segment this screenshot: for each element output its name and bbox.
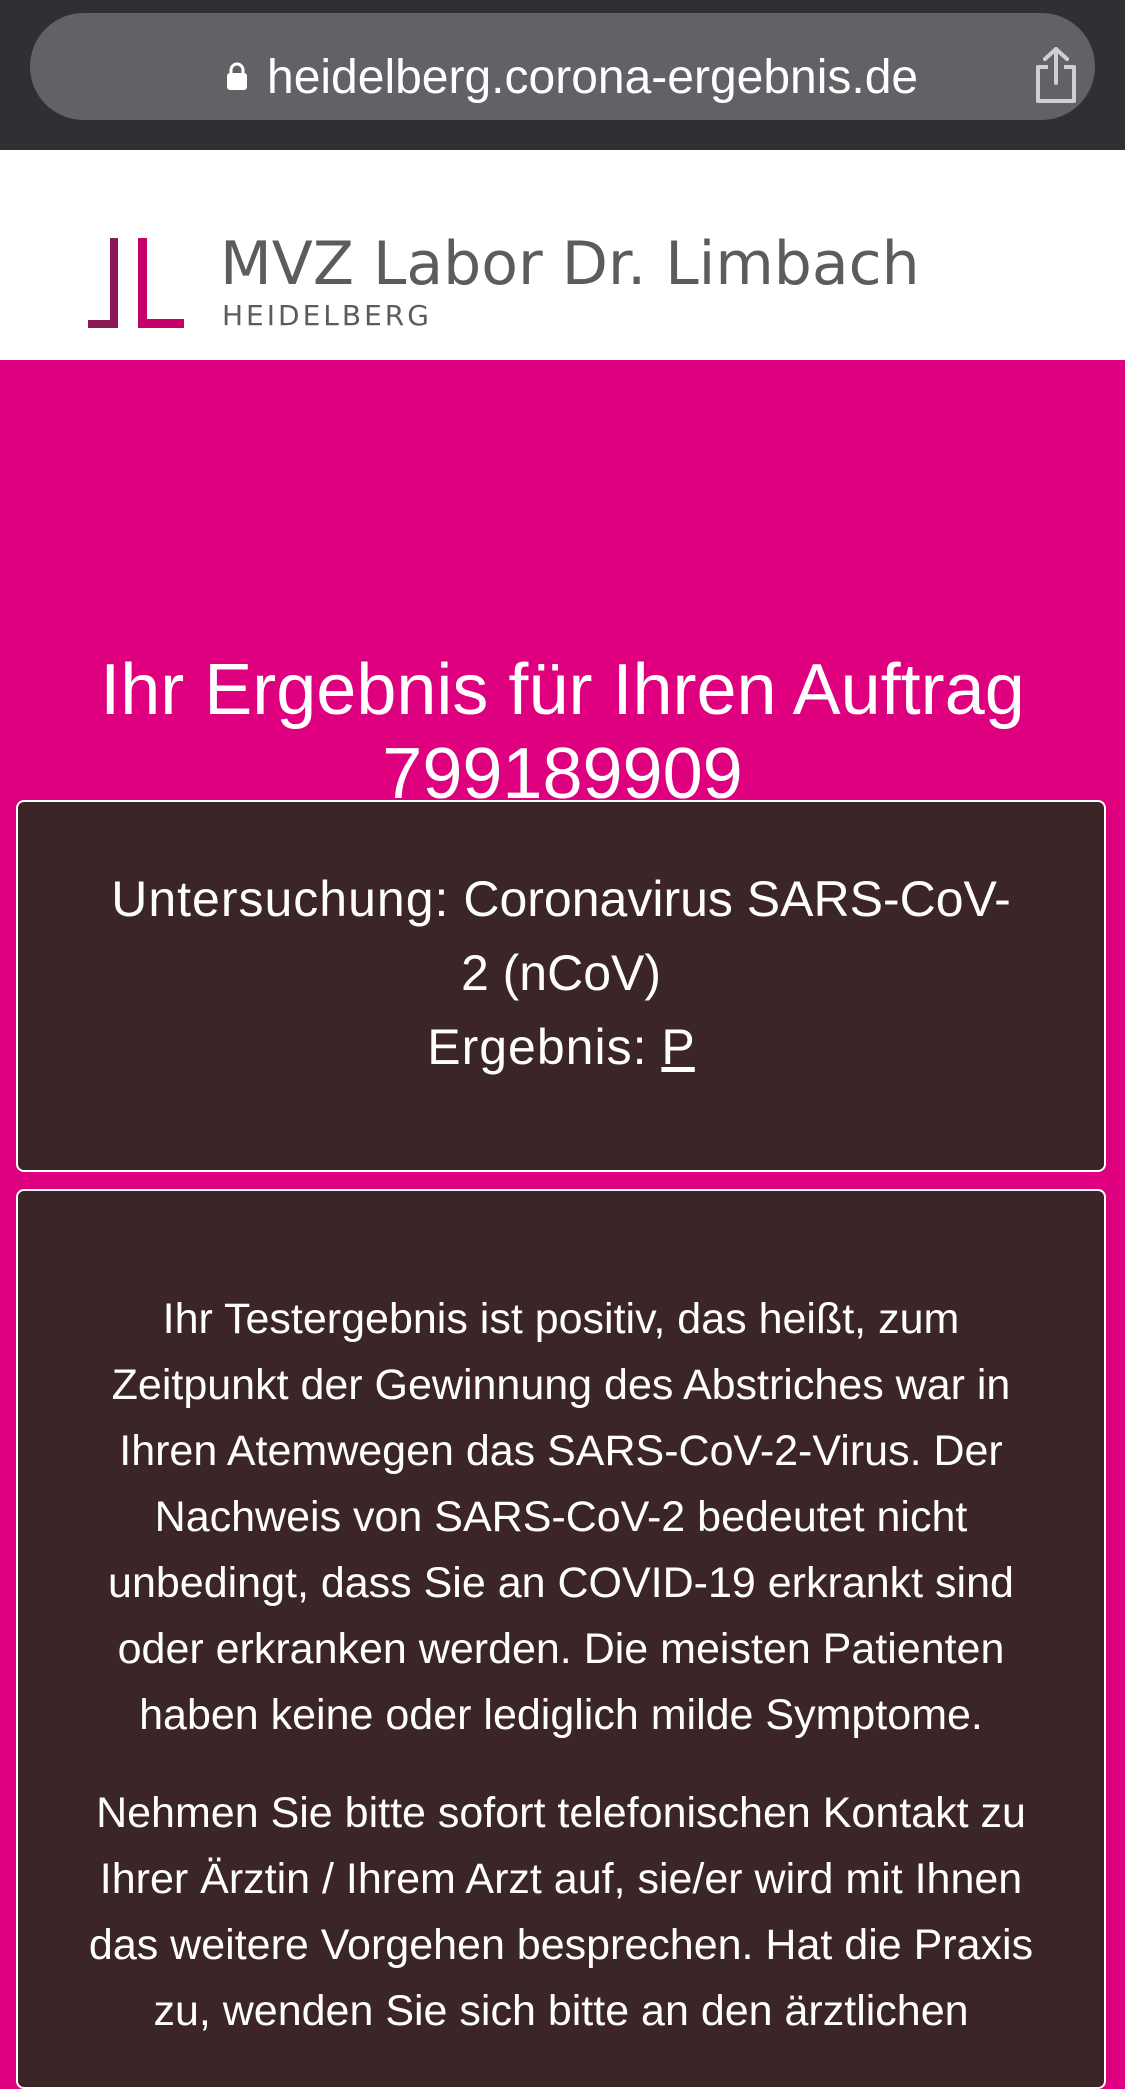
result-row: Ergebnis: P bbox=[108, 1010, 1014, 1084]
info-panel: Ihr Testergebnis ist positiv, das heißt,… bbox=[16, 1189, 1106, 2089]
info-paragraph-1: Ihr Testergebnis ist positiv, das heißt,… bbox=[108, 1295, 1014, 1739]
page-title-line1: Ihr Ergebnis für Ihren Auftrag bbox=[100, 650, 1025, 731]
browser-toolbar: heidelberg.corona-ergebnis.de bbox=[0, 0, 1125, 150]
exam-value: Coronavirus SARS-CoV-2 (nCoV) bbox=[460, 871, 1011, 1001]
logo-city: HEIDELBERG bbox=[222, 299, 432, 332]
site-header: MVZ Labor Dr. Limbach HEIDELBERG bbox=[0, 150, 1125, 360]
url-text[interactable]: heidelberg.corona-ergebnis.de bbox=[267, 41, 918, 115]
lock-icon bbox=[227, 62, 247, 90]
result-panel: Untersuchung: Coronavirus SARS-CoV-2 (nC… bbox=[16, 800, 1106, 1172]
info-paragraph-2: Nehmen Sie bitte sofort telefonischen Ko… bbox=[88, 1789, 1034, 2035]
exam-row: Untersuchung: Coronavirus SARS-CoV-2 (nC… bbox=[108, 862, 1014, 1010]
page-title: Ihr Ergebnis für Ihren Auftrag 799189909 bbox=[60, 648, 1065, 816]
address-bar[interactable]: heidelberg.corona-ergebnis.de bbox=[30, 13, 1095, 120]
logo-name[interactable]: MVZ Labor Dr. Limbach bbox=[220, 232, 920, 296]
result-label: Ergebnis: bbox=[427, 1019, 648, 1075]
exam-label: Untersuchung: bbox=[111, 871, 450, 927]
share-icon[interactable] bbox=[1032, 45, 1080, 105]
limbach-logo-icon[interactable] bbox=[88, 238, 184, 330]
result-value-link[interactable]: P bbox=[661, 1019, 694, 1075]
